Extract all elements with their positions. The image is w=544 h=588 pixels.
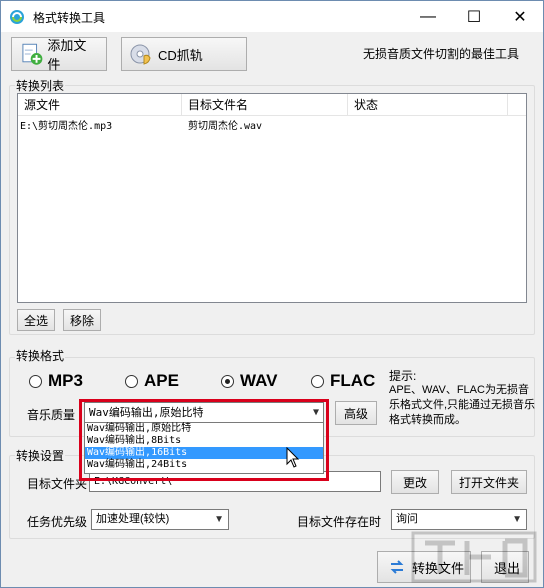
watermark-icon bbox=[411, 531, 537, 583]
column-source[interactable]: 源文件 bbox=[18, 94, 182, 116]
app-logo-icon bbox=[10, 10, 24, 24]
row-target: 剪切周杰伦.wav bbox=[188, 121, 263, 132]
chevron-down-icon: ▼ bbox=[214, 514, 224, 525]
add-file-icon bbox=[22, 43, 43, 65]
remove-button[interactable]: 移除 bbox=[63, 309, 101, 331]
exists-select-value: 询问 bbox=[396, 513, 418, 525]
title-bar: 格式转换工具 — ☐ ✕ bbox=[1, 1, 543, 32]
radio-mp3-label: MP3 bbox=[48, 371, 83, 390]
cd-icon bbox=[130, 44, 151, 65]
row-status bbox=[348, 118, 508, 136]
table-row[interactable]: E:\剪切周杰伦.mp3 剪切周杰伦.wav bbox=[18, 118, 526, 136]
column-status[interactable]: 状态 bbox=[348, 94, 508, 116]
app-slogan: 无损音质文件切割的最佳工具 bbox=[363, 47, 520, 61]
exists-label: 目标文件存在时 bbox=[297, 515, 382, 529]
radio-mp3[interactable]: MP3 bbox=[29, 371, 83, 391]
open-folder-button[interactable]: 打开文件夹 bbox=[451, 470, 527, 494]
window-title: 格式转换工具 bbox=[33, 11, 106, 25]
advanced-button[interactable]: 高级 bbox=[335, 401, 377, 425]
minimize-button[interactable]: — bbox=[405, 1, 451, 32]
radio-mp3-indicator bbox=[29, 374, 42, 388]
close-button[interactable]: ✕ bbox=[497, 1, 543, 32]
column-target[interactable]: 目标文件名 bbox=[182, 94, 348, 116]
format-label: 转换格式 bbox=[15, 347, 66, 364]
select-all-button[interactable]: 全选 bbox=[17, 309, 55, 331]
quality-label: 音乐质量 bbox=[27, 408, 76, 422]
radio-wav-label: WAV bbox=[240, 371, 278, 390]
cd-rip-label: CD抓轨 bbox=[158, 47, 203, 63]
add-file-label: 添加文件 bbox=[47, 38, 87, 72]
cd-rip-button[interactable]: CD抓轨 bbox=[121, 37, 247, 71]
radio-wav[interactable]: WAV bbox=[221, 371, 277, 391]
hint-body: APE、WAV、FLAC为无损音乐格式文件,只能通过无损音乐格式转换而成。 bbox=[389, 384, 536, 426]
list-header: 源文件 目标文件名 状态 bbox=[18, 94, 526, 116]
mouse-cursor-icon bbox=[286, 447, 300, 468]
radio-flac[interactable]: FLAC bbox=[311, 371, 375, 391]
convert-icon bbox=[390, 560, 404, 574]
priority-label: 任务优先级 bbox=[27, 515, 88, 529]
radio-flac-label: FLAC bbox=[330, 371, 376, 390]
radio-wav-indicator bbox=[221, 374, 234, 388]
change-folder-button[interactable]: 更改 bbox=[391, 470, 439, 494]
hint-title: 提示: bbox=[389, 369, 417, 383]
settings-label: 转换设置 bbox=[15, 447, 66, 464]
priority-select-value: 加速处理(较快) bbox=[96, 513, 170, 525]
file-list[interactable]: 源文件 目标文件名 状态 E:\剪切周杰伦.mp3 剪切周杰伦.wav bbox=[17, 93, 527, 303]
row-source: E:\剪切周杰伦.mp3 bbox=[20, 121, 113, 132]
radio-ape-indicator bbox=[125, 374, 138, 388]
add-file-button[interactable]: 添加文件 bbox=[11, 37, 107, 72]
app-window: 格式转换工具 — ☐ ✕ 添加文件 CD抓轨 无损音质文件切割的最佳工具 转换列… bbox=[0, 0, 544, 588]
target-folder-label: 目标文件夹 bbox=[27, 477, 88, 491]
priority-select[interactable]: 加速处理(较快) ▼ bbox=[91, 509, 229, 530]
radio-flac-indicator bbox=[311, 374, 324, 388]
radio-ape-label: APE bbox=[144, 371, 179, 390]
radio-ape[interactable]: APE bbox=[125, 371, 179, 391]
maximize-button[interactable]: ☐ bbox=[451, 1, 497, 32]
convert-list-label: 转换列表 bbox=[15, 77, 66, 94]
